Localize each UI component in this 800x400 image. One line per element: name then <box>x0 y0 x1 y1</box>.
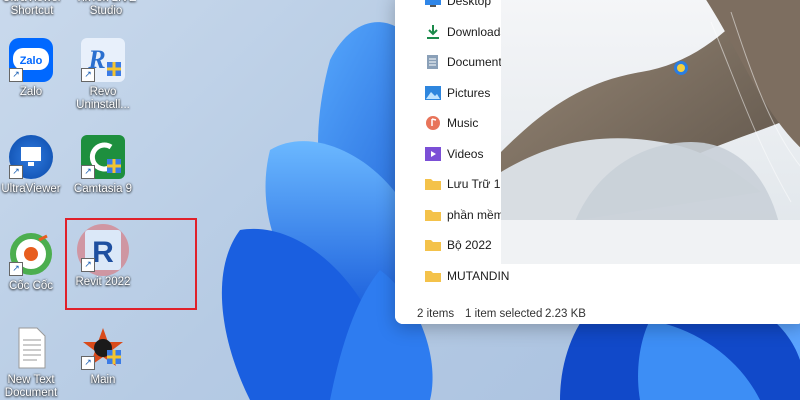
camtasia-desktop-icon[interactable]: ↗ Camtasia 9 <box>68 135 138 196</box>
nav-item-label: Documents <box>447 55 508 70</box>
ultraviewer-shortcut-icon[interactable]: UltraViewer Shortcut <box>0 0 67 18</box>
revit-icon: R ↗ <box>77 224 129 276</box>
ultraviewer-desktop-icon[interactable]: ↗ UltraViewer <box>0 135 66 196</box>
shortcut-arrow-icon: ↗ <box>9 262 23 276</box>
revo-uninstaller-icon: R ↗ <box>81 38 125 82</box>
shortcut-arrow-icon: ↗ <box>81 165 95 179</box>
nav-item-label: phần mềm <box>447 207 504 222</box>
desktop-icon-label: Camtasia 9 <box>73 183 133 195</box>
nav-item-folder-phan-mem[interactable]: phần mềm <box>395 200 504 231</box>
download-icon <box>425 24 441 39</box>
nav-item-label: Music <box>447 116 479 131</box>
selection-size-text: 2.23 KB <box>545 308 586 320</box>
svg-text:R: R <box>92 236 114 269</box>
nav-item-label: Desktop <box>447 0 492 9</box>
desktop-icon <box>425 0 441 8</box>
camtasia-icon: ↗ <box>81 135 125 179</box>
shortcut-arrow-icon: ↗ <box>9 165 23 179</box>
text-document-icon <box>9 326 53 370</box>
status-bar: 2 items 1 item selected 2.23 KB <box>395 298 800 324</box>
shortcut-arrow-icon: ↗ <box>81 68 95 82</box>
desktop-icon-label: Main <box>90 374 116 386</box>
nav-item-documents[interactable]: Documents <box>395 47 508 78</box>
svg-text:Zalo: Zalo <box>20 55 43 67</box>
coccoc-desktop-icon[interactable]: ↗ Cốc Cốc <box>0 232 66 293</box>
navigation-pane: Desktop Downloads Documents Pictures Mus… <box>395 0 509 286</box>
shortcut-arrow-icon: ↗ <box>9 68 23 82</box>
folder-icon <box>425 269 441 283</box>
music-icon <box>425 116 441 131</box>
new-text-document-desktop-icon[interactable]: New Text Document <box>0 326 66 400</box>
coccoc-icon: ↗ <box>9 232 53 276</box>
videos-icon <box>425 146 441 161</box>
main-desktop-icon[interactable]: ↗ Main <box>68 326 138 387</box>
nav-item-downloads[interactable]: Downloads <box>395 17 506 48</box>
tiktok-live-studio-icon[interactable]: TikTok LIVE Studio <box>71 0 141 18</box>
revit-2022-desktop-icon[interactable]: R ↗ Revit 2022 <box>68 224 138 289</box>
shortcut-arrow-icon: ↗ <box>81 356 95 370</box>
folder-icon <box>425 208 441 222</box>
main-app-icon: ↗ <box>81 326 125 370</box>
desktop-icon-label: Cốc Cốc <box>8 280 54 292</box>
preview-pane-image <box>501 0 800 264</box>
nav-item-folder-bo-2022[interactable]: Bộ 2022 <box>395 230 501 261</box>
nav-item-pictures[interactable]: Pictures <box>395 78 501 109</box>
desktop-icon-label: UltraViewer <box>1 183 61 195</box>
zalo-icon: Zalo ↗ <box>9 38 53 82</box>
document-icon <box>425 55 441 70</box>
nav-item-folder-mutandin[interactable]: MUTANDIN <box>395 261 509 292</box>
nav-item-label: Downloads <box>447 24 507 39</box>
desktop-icon-label: New Text Document <box>4 374 58 399</box>
folder-icon <box>425 177 441 191</box>
nav-item-music[interactable]: Music <box>395 108 501 139</box>
item-count-text: 2 items <box>417 308 455 320</box>
nav-item-desktop[interactable]: Desktop <box>395 0 501 17</box>
nav-item-label: MUTANDIN <box>447 268 510 283</box>
nav-item-folder-luu-tru[interactable]: Lưu Trữ 1 <box>395 169 501 200</box>
desktop-icon-label: Revo Uninstall... <box>76 86 130 111</box>
nav-item-label: Bộ 2022 <box>447 238 492 253</box>
zalo-desktop-icon[interactable]: Zalo ↗ Zalo <box>0 38 66 99</box>
folder-icon <box>425 238 441 252</box>
nav-item-label: Lưu Trữ 1 <box>447 177 501 192</box>
pictures-icon <box>425 85 441 100</box>
file-explorer-window: Desktop Downloads Documents Pictures Mus… <box>395 0 800 324</box>
shortcut-arrow-icon: ↗ <box>81 258 95 272</box>
selection-text: 1 item selected <box>465 308 543 320</box>
revo-uninstaller-desktop-icon[interactable]: R ↗ Revo Uninstall... <box>68 38 138 112</box>
nav-item-videos[interactable]: Videos <box>395 139 501 170</box>
desktop-icon-label: Zalo <box>19 86 43 98</box>
ultraviewer-icon: ↗ <box>9 135 53 179</box>
nav-item-label: Pictures <box>447 85 491 100</box>
desktop-icon-label: UltraViewer Shortcut <box>2 0 61 17</box>
desktop-icon-label: TikTok LIVE Studio <box>76 0 137 17</box>
nav-item-label: Videos <box>447 146 484 161</box>
